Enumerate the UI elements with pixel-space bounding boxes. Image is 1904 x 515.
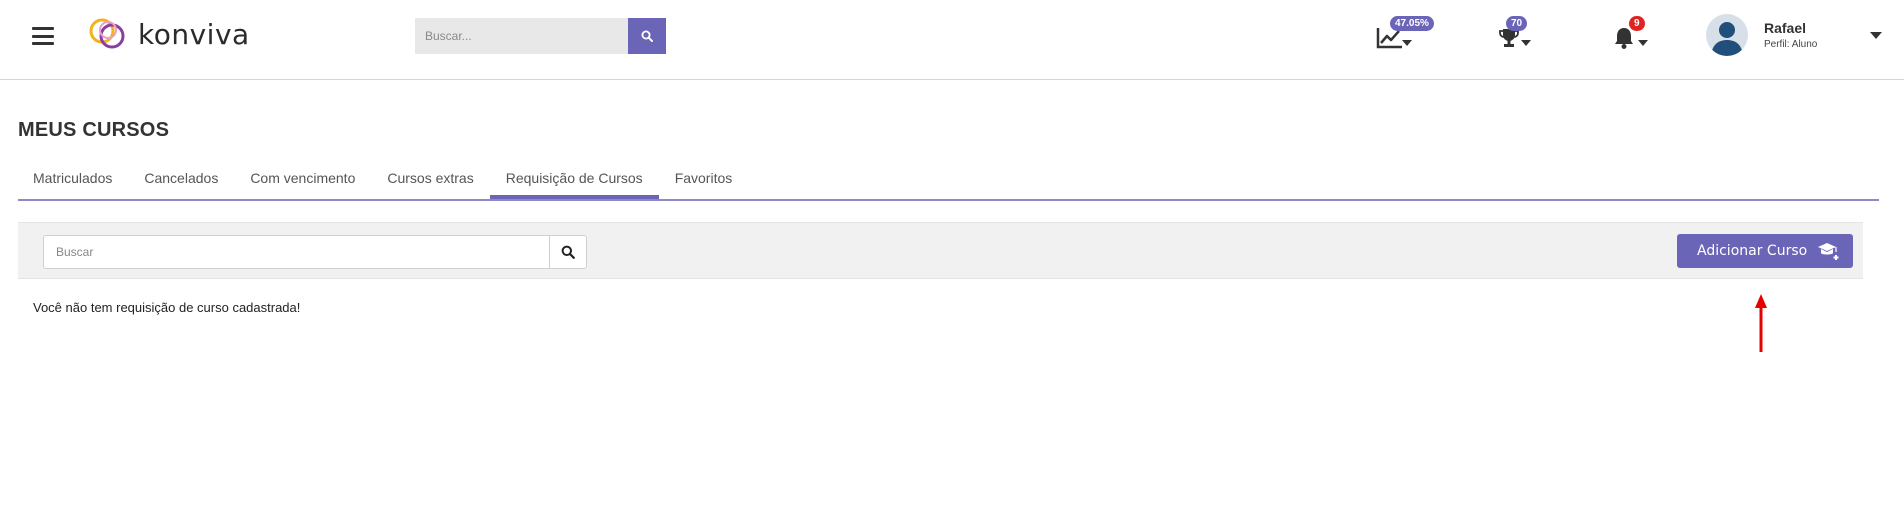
hamburger-menu-icon[interactable] bbox=[32, 27, 54, 45]
logo-text: konviva bbox=[138, 17, 250, 51]
top-navbar: konviva 47.05% 70 bbox=[0, 0, 1904, 80]
tab-com-vencimento[interactable]: Com vencimento bbox=[234, 164, 371, 199]
header-search-button[interactable] bbox=[628, 18, 666, 54]
header-search bbox=[415, 18, 666, 54]
course-tabs: Matriculados Cancelados Com vencimento C… bbox=[18, 164, 1879, 201]
konviva-logo-icon bbox=[89, 18, 125, 49]
avatar bbox=[1706, 14, 1748, 56]
course-search-button[interactable] bbox=[549, 235, 587, 269]
search-icon bbox=[641, 30, 653, 42]
tab-matriculados[interactable]: Matriculados bbox=[18, 164, 128, 199]
notifications-badge: 9 bbox=[1629, 16, 1645, 31]
graduation-cap-plus-icon bbox=[1818, 243, 1839, 260]
add-course-button[interactable]: Adicionar Curso bbox=[1677, 234, 1853, 268]
trophy-indicator[interactable]: 70 bbox=[1498, 16, 1538, 52]
progress-caret-icon bbox=[1402, 40, 1412, 46]
user-role: Perfil: Aluno bbox=[1764, 39, 1818, 50]
red-arrow-annotation bbox=[1755, 294, 1767, 352]
course-search-input[interactable] bbox=[43, 235, 549, 269]
notifications-indicator[interactable]: 9 bbox=[1613, 16, 1653, 52]
search-icon bbox=[561, 245, 575, 259]
add-course-label: Adicionar Curso bbox=[1697, 243, 1808, 259]
notifications-caret-icon bbox=[1638, 40, 1648, 46]
tab-cancelados[interactable]: Cancelados bbox=[128, 164, 234, 199]
header-search-input[interactable] bbox=[415, 18, 628, 54]
progress-indicator[interactable]: 47.05% bbox=[1376, 16, 1434, 52]
tab-cursos-extras[interactable]: Cursos extras bbox=[371, 164, 489, 199]
user-name: Rafael bbox=[1764, 20, 1807, 36]
progress-badge: 47.05% bbox=[1390, 16, 1434, 31]
tab-favoritos[interactable]: Favoritos bbox=[659, 164, 749, 199]
tab-requisicao-de-cursos[interactable]: Requisição de Cursos bbox=[489, 164, 659, 199]
user-menu-caret-icon bbox=[1870, 32, 1882, 39]
trophy-badge: 70 bbox=[1506, 16, 1528, 31]
user-menu[interactable]: Rafael Perfil: Aluno bbox=[1706, 14, 1886, 58]
page-title: MEUS CURSOS bbox=[18, 119, 170, 141]
logo[interactable]: konviva bbox=[86, 14, 250, 54]
filter-bar: Adicionar Curso bbox=[18, 222, 1863, 279]
user-avatar-icon bbox=[1711, 22, 1743, 56]
empty-state-message: Você não tem requisição de curso cadastr… bbox=[33, 300, 301, 315]
trophy-caret-icon bbox=[1521, 40, 1531, 46]
